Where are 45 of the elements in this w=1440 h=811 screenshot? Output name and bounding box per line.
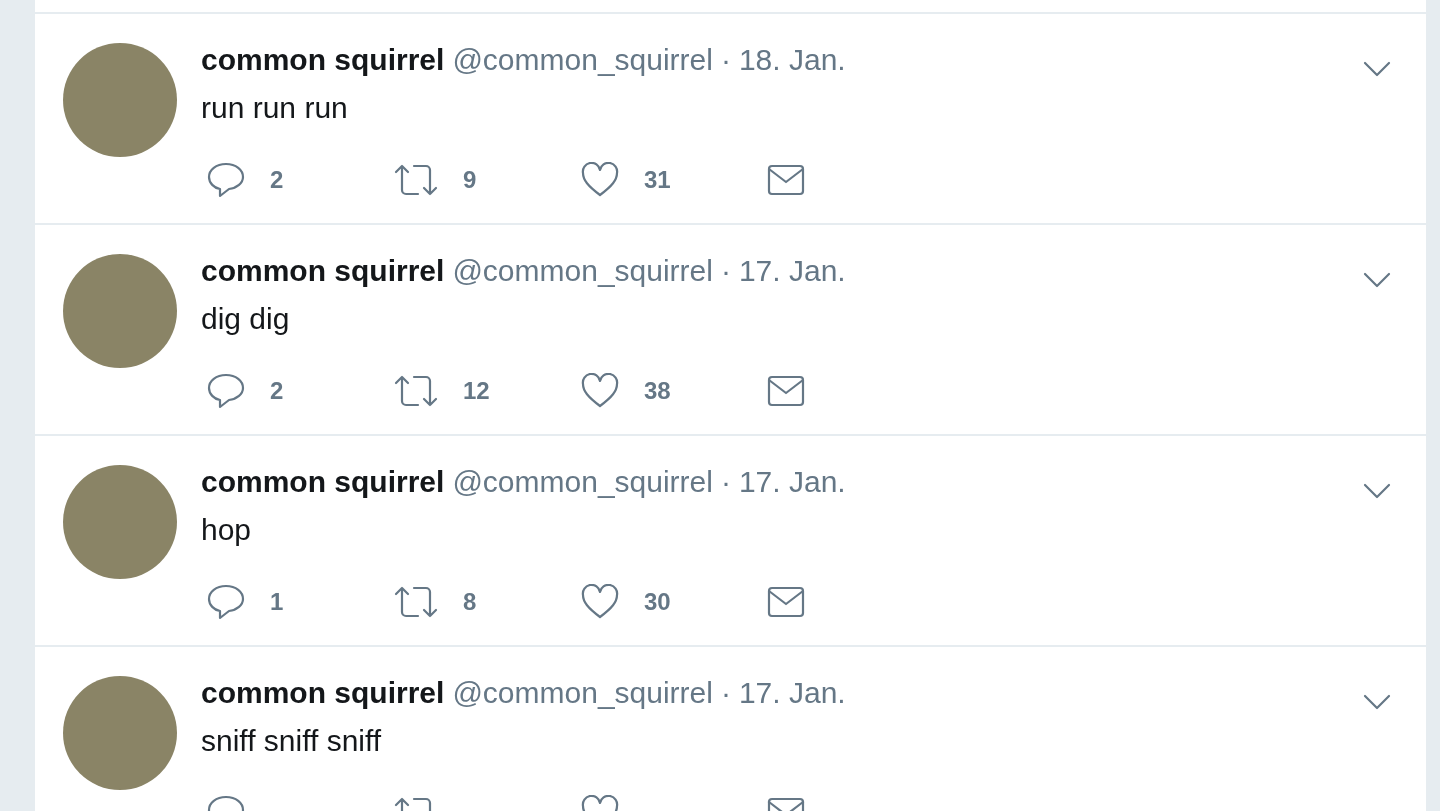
user-name[interactable]: common squirrel <box>201 676 445 710</box>
separator-dot: · <box>720 43 731 77</box>
chevron-down-icon[interactable] <box>1362 60 1392 78</box>
retweet-icon[interactable] <box>393 374 439 408</box>
reply-count: 2 <box>270 166 284 194</box>
user-name[interactable]: common squirrel <box>201 465 445 499</box>
separator-dot: · <box>720 254 731 288</box>
envelope-icon[interactable] <box>767 586 805 618</box>
user-handle[interactable]: @common_squirrel <box>452 465 713 499</box>
tweet-date[interactable]: 18. Jan. <box>738 43 846 77</box>
reply-count: 2 <box>270 377 284 405</box>
separator-dot: · <box>720 676 731 710</box>
speech-bubble-icon[interactable] <box>206 161 246 199</box>
tweet-text: sniff sniff sniff <box>201 724 382 758</box>
separator-dot: · <box>720 465 731 499</box>
envelope-icon[interactable] <box>767 375 805 407</box>
user-handle[interactable]: @common_squirrel <box>452 43 713 77</box>
chevron-down-icon[interactable] <box>1362 482 1392 500</box>
chevron-down-icon[interactable] <box>1362 693 1392 711</box>
user-name[interactable]: common squirrel <box>201 43 445 77</box>
speech-bubble-icon[interactable] <box>206 583 246 621</box>
like-count: 38 <box>644 377 671 405</box>
retweet-count: 8 <box>463 588 477 616</box>
tweet-text: run run run <box>201 91 348 125</box>
tweet-date[interactable]: 17. Jan. <box>738 676 846 710</box>
retweet-icon[interactable] <box>393 163 439 197</box>
chevron-down-icon[interactable] <box>1362 271 1392 289</box>
tweet-text: dig dig <box>201 302 290 336</box>
user-name[interactable]: common squirrel <box>201 254 445 288</box>
reply-count: 1 <box>270 588 284 616</box>
heart-icon[interactable] <box>580 162 620 198</box>
user-handle[interactable]: @common_squirrel <box>452 254 713 288</box>
like-count: 30 <box>644 588 671 616</box>
envelope-icon[interactable] <box>767 164 805 196</box>
retweet-count: 12 <box>463 377 490 405</box>
tweet-text: hop <box>201 513 252 547</box>
speech-bubble-icon[interactable] <box>206 372 246 410</box>
retweet-icon[interactable] <box>393 585 439 619</box>
user-handle[interactable]: @common_squirrel <box>452 676 713 710</box>
like-count: 31 <box>644 166 671 194</box>
heart-icon[interactable] <box>580 584 620 620</box>
tweet-date[interactable]: 17. Jan. <box>738 254 846 288</box>
heart-icon[interactable] <box>580 373 620 409</box>
retweet-count: 9 <box>463 166 477 194</box>
tweet-date[interactable]: 17. Jan. <box>738 465 846 499</box>
